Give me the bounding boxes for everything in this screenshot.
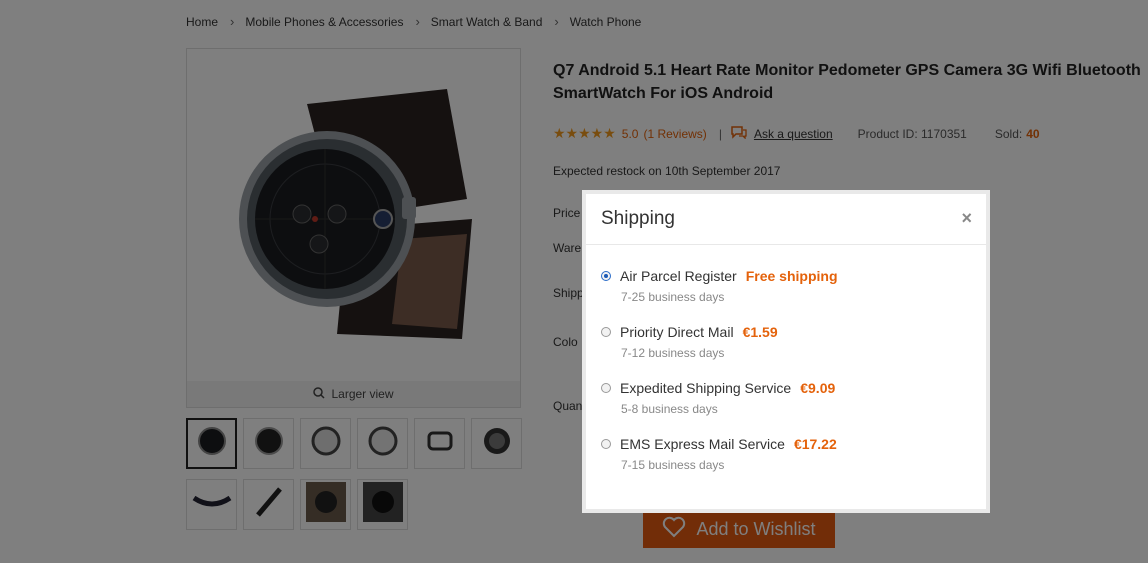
modal-title: Shipping: [601, 208, 675, 229]
modal-header: Shipping ×: [586, 194, 986, 245]
shipping-option-expedited[interactable]: Expedited Shipping Service €9.09 5-8 bus…: [601, 380, 835, 416]
delivery-time: 5-8 business days: [621, 402, 718, 416]
radio-button[interactable]: [601, 271, 611, 281]
delivery-time: 7-15 business days: [621, 458, 725, 472]
radio-button[interactable]: [601, 439, 611, 449]
radio-button[interactable]: [601, 327, 611, 337]
delivery-time: 7-25 business days: [621, 290, 725, 304]
radio-button[interactable]: [601, 383, 611, 393]
shipping-price: Free shipping: [745, 268, 838, 284]
shipping-option-ems[interactable]: EMS Express Mail Service €17.22 7-15 bus…: [601, 436, 837, 472]
shipping-method-name: Air Parcel Register: [620, 268, 737, 284]
shipping-price: €1.59: [742, 324, 778, 340]
shipping-option-priority-direct[interactable]: Priority Direct Mail €1.59 7-12 business…: [601, 324, 778, 360]
shipping-price: €9.09: [800, 380, 836, 396]
shipping-option-air-parcel[interactable]: Air Parcel Register Free shipping 7-25 b…: [601, 268, 838, 304]
delivery-time: 7-12 business days: [621, 346, 725, 360]
shipping-modal: Shipping × Air Parcel Register Free ship…: [582, 190, 990, 513]
close-icon[interactable]: ×: [961, 208, 972, 229]
shipping-price: €17.22: [793, 436, 837, 452]
shipping-method-name: EMS Express Mail Service: [620, 436, 785, 452]
shipping-method-name: Expedited Shipping Service: [620, 380, 792, 396]
shipping-method-name: Priority Direct Mail: [620, 324, 734, 340]
